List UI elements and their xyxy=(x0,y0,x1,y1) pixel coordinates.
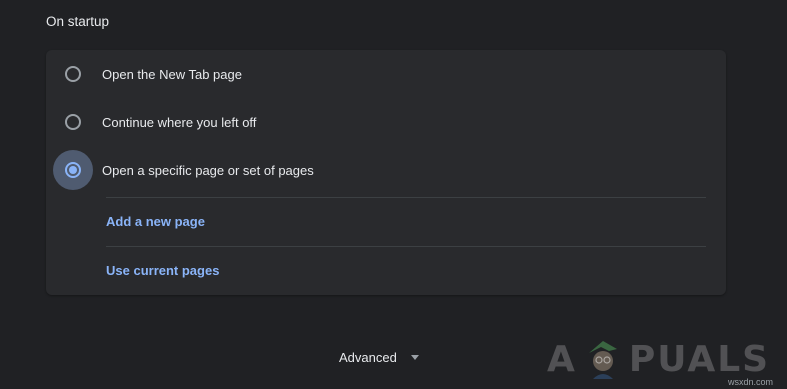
radio-button-selected[interactable] xyxy=(65,162,81,178)
watermark-logo: A PUALS xyxy=(547,337,770,381)
radio-button[interactable] xyxy=(65,114,81,130)
section-title: On startup xyxy=(46,14,110,29)
radio-button[interactable] xyxy=(65,66,81,82)
watermark-text-left: A xyxy=(547,338,577,380)
radio-option-new-tab[interactable]: Open the New Tab page xyxy=(46,50,726,98)
radio-button-wrap[interactable] xyxy=(46,146,102,194)
radio-button-wrap[interactable] xyxy=(46,98,102,146)
radio-label: Continue where you left off xyxy=(102,114,257,130)
settings-page: On startup Open the New Tab page Continu… xyxy=(0,0,787,389)
radio-label: Open a specific page or set of pages xyxy=(102,162,314,178)
radio-button-wrap[interactable] xyxy=(46,50,102,98)
advanced-toggle[interactable]: Advanced xyxy=(339,350,419,365)
chevron-down-icon xyxy=(410,355,419,360)
mascot-icon xyxy=(588,341,617,379)
advanced-label: Advanced xyxy=(339,350,397,365)
radio-option-specific-pages[interactable]: Open a specific page or set of pages xyxy=(46,146,726,194)
divider xyxy=(106,246,706,247)
add-new-page-link[interactable]: Add a new page xyxy=(106,214,205,229)
watermark-domain: wsxdn.com xyxy=(728,377,774,387)
watermark-text-right: PUALS xyxy=(628,338,771,380)
use-current-pages-link[interactable]: Use current pages xyxy=(106,263,219,278)
radio-option-continue[interactable]: Continue where you left off xyxy=(46,98,726,146)
radio-label: Open the New Tab page xyxy=(102,66,242,82)
divider xyxy=(106,197,706,198)
startup-card: Open the New Tab page Continue where you… xyxy=(46,50,726,295)
